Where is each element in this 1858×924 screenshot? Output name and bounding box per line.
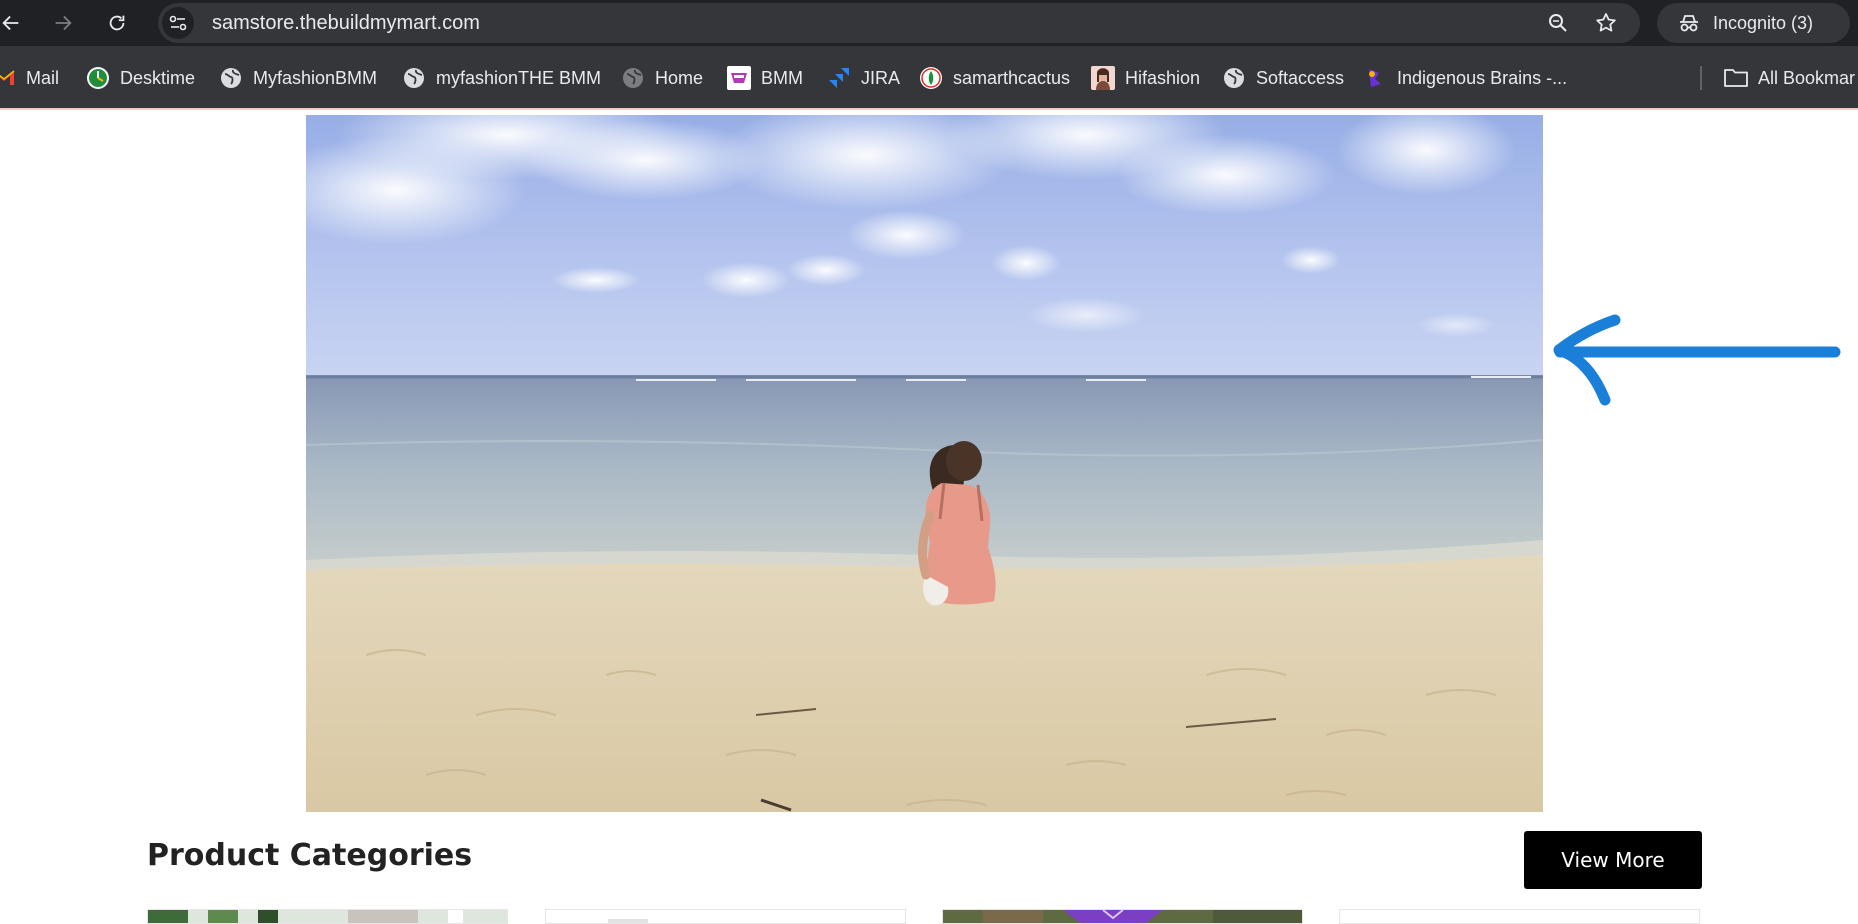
tune-icon — [169, 15, 187, 31]
bookmark-softaccess[interactable]: Softaccess — [1222, 64, 1344, 92]
url-text[interactable]: samstore.thebuildmymart.com — [212, 13, 480, 33]
folder-icon — [1724, 66, 1748, 90]
bookmark-label: Mail — [26, 67, 60, 88]
bookmark-label: Home — [655, 67, 704, 88]
bookmark-separator — [1700, 66, 1702, 90]
forward-button[interactable] — [46, 6, 80, 40]
bookmark-samarthcactus[interactable]: samarthcactus — [919, 64, 1070, 92]
browser-toolbar: samstore.thebuildmymart.com Incognito (3… — [0, 0, 1858, 46]
desktime-icon — [86, 66, 110, 90]
bookmark-label: Softaccess — [1256, 67, 1345, 88]
bookmark-indigenous-brains[interactable]: Indigenous Brains -... — [1363, 64, 1567, 92]
globe-icon — [402, 66, 426, 90]
category-card[interactable] — [545, 909, 906, 924]
bookmark-label: myfashionTHE BMM — [436, 67, 602, 88]
view-more-button[interactable]: View More — [1524, 831, 1702, 889]
hifashion-icon — [1091, 66, 1115, 90]
hero-banner-image[interactable] — [306, 115, 1543, 812]
bmm-icon — [727, 66, 751, 90]
bookmark-label: BMM — [761, 67, 803, 88]
bookmark-myfashionthebmm[interactable]: myfashionTHE BMM — [402, 64, 601, 92]
site-info-button[interactable] — [162, 7, 194, 39]
bookmark-hifashion[interactable]: Hifashion — [1091, 64, 1200, 92]
bookmark-label: JIRA — [861, 67, 901, 88]
forward-arrow-icon — [55, 15, 72, 31]
reload-icon — [109, 15, 125, 31]
gmail-icon — [0, 66, 16, 90]
all-bookmarks-label: All Bookmar — [1758, 67, 1856, 88]
bookmark-mail[interactable]: Mail — [0, 64, 59, 92]
all-bookmarks-button[interactable]: All Bookmar — [1724, 64, 1855, 92]
address-bar[interactable]: samstore.thebuildmymart.com — [158, 3, 1640, 43]
bookmark-label: MyfashionBMM — [253, 67, 378, 88]
zoom-icon[interactable] — [1546, 11, 1570, 35]
globe-icon — [621, 66, 645, 90]
bookmark-jira[interactable]: JIRA — [827, 64, 900, 92]
bookmark-bmm[interactable]: BMM — [727, 64, 803, 92]
indigenous-icon — [1363, 66, 1387, 90]
jira-icon — [827, 66, 851, 90]
category-image — [943, 910, 1302, 923]
globe-icon — [1222, 66, 1246, 90]
back-arrow-icon — [2, 15, 19, 31]
incognito-badge[interactable]: Incognito (3) — [1657, 3, 1850, 43]
cactus-icon — [919, 66, 943, 90]
bookmark-home[interactable]: Home — [621, 64, 703, 92]
section-title: Product Categories — [147, 838, 473, 873]
bookmark-desktime[interactable]: Desktime — [86, 64, 195, 92]
category-image — [546, 910, 905, 923]
reload-button[interactable] — [100, 6, 134, 40]
bookmark-label: Indigenous Brains -... — [1397, 67, 1568, 88]
bookmarks-bar: Mail Desktime MyfashionBMM myfashionTHE … — [0, 46, 1858, 110]
incognito-label: Incognito (3) — [1713, 12, 1814, 33]
category-card[interactable] — [1339, 909, 1700, 924]
bookmark-myfashionbmm[interactable]: MyfashionBMM — [219, 64, 377, 92]
annotation-arrow-icon — [1553, 314, 1841, 406]
category-image — [148, 910, 507, 923]
globe-icon — [219, 66, 243, 90]
back-button[interactable] — [0, 6, 28, 40]
bookmark-label: samarthcactus — [953, 67, 1071, 88]
bookmark-label: Desktime — [120, 67, 196, 88]
category-card[interactable] — [147, 909, 508, 924]
bookmark-star-icon[interactable] — [1594, 11, 1618, 35]
bookmark-label: Hifashion — [1125, 67, 1201, 88]
category-card[interactable] — [942, 909, 1303, 924]
incognito-icon — [1680, 15, 1698, 32]
category-image — [1340, 910, 1699, 923]
